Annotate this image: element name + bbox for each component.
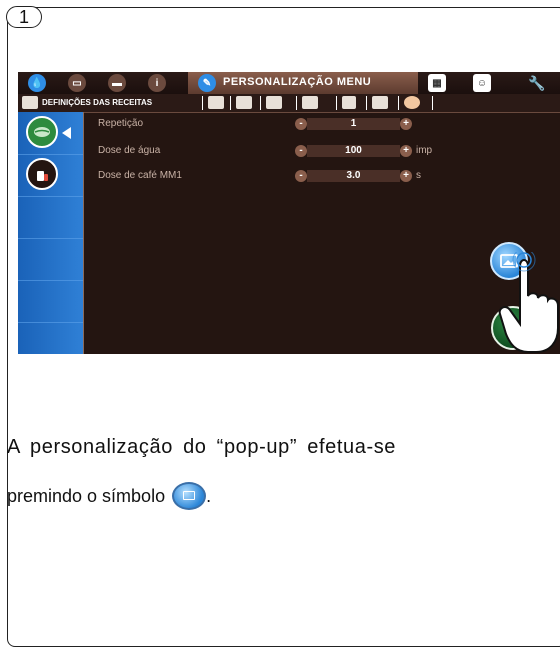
instruction-text-line2-text: premindo o símbolo bbox=[7, 486, 166, 506]
coffee-dose-value: 3.0 bbox=[307, 170, 400, 182]
milk-icon[interactable]: ▬ bbox=[108, 74, 126, 92]
step-number-badge: 1 bbox=[6, 6, 42, 28]
top-toolbar: 💧 ▭ ▬ i ✎ PERSONALIZAÇÃO MENU ▦ ☺ 🔧 bbox=[18, 72, 560, 94]
instruction-text-line1: A personalização do “pop-up” efetua-se bbox=[7, 436, 397, 458]
coffee-dose-unit: s bbox=[416, 170, 421, 181]
repeat-minus-button[interactable]: - bbox=[295, 118, 307, 130]
speaker-icon[interactable] bbox=[342, 96, 356, 109]
pointing-hand-icon bbox=[498, 252, 559, 353]
sidebar-divider bbox=[18, 238, 83, 239]
separator bbox=[230, 96, 231, 110]
cup-stack-icon[interactable] bbox=[372, 96, 388, 109]
separator bbox=[432, 96, 433, 110]
water-dose-value: 100 bbox=[307, 145, 400, 157]
coffee-bean-icon[interactable] bbox=[26, 116, 58, 148]
book-icon bbox=[22, 96, 38, 109]
water-drop-icon[interactable]: 💧 bbox=[28, 74, 46, 92]
instruction-text-line2: premindo o símbolo . bbox=[7, 482, 211, 510]
coffee-dose-plus-button[interactable]: + bbox=[400, 170, 412, 182]
milk-bottle-icon[interactable] bbox=[26, 158, 58, 190]
popup-picture-icon bbox=[172, 482, 207, 510]
sidebar-divider bbox=[18, 280, 83, 281]
left-sidebar bbox=[18, 112, 83, 354]
separator bbox=[398, 96, 399, 110]
coffee-dose-label: Dose de café MM1 bbox=[98, 170, 182, 181]
instruction-text-period: . bbox=[206, 486, 212, 506]
machine-screen: 💧 ▭ ▬ i ✎ PERSONALIZAÇÃO MENU ▦ ☺ 🔧 DEFI… bbox=[18, 72, 560, 354]
separator bbox=[202, 96, 203, 110]
recipe-settings-label: DEFINIÇÕES DAS RECEITAS bbox=[42, 98, 153, 107]
calendar-icon[interactable]: ▦ bbox=[428, 74, 446, 92]
separator bbox=[366, 96, 367, 110]
repeat-value: 1 bbox=[307, 118, 400, 130]
coffee-icon[interactable]: ▭ bbox=[68, 74, 86, 92]
content-divider bbox=[83, 112, 84, 354]
water-dose-plus-button[interactable]: + bbox=[400, 145, 412, 157]
popup-picture-icon[interactable] bbox=[266, 96, 282, 109]
water-dose-minus-button[interactable]: - bbox=[295, 145, 307, 157]
palette-icon[interactable] bbox=[404, 96, 420, 109]
separator bbox=[336, 96, 337, 110]
repeat-plus-button[interactable]: + bbox=[400, 118, 412, 130]
selected-pointer bbox=[62, 127, 71, 139]
water-dose-unit: imp bbox=[416, 145, 433, 156]
menu-title: PERSONALIZAÇÃO MENU bbox=[223, 76, 372, 88]
recipe-tabbar: DEFINIÇÕES DAS RECEITAS bbox=[18, 94, 560, 113]
recipe-book-icon[interactable] bbox=[236, 96, 252, 109]
info-icon[interactable]: i bbox=[148, 74, 166, 92]
pencil-icon: ✎ bbox=[198, 74, 216, 92]
sidebar-divider bbox=[18, 322, 83, 323]
person-icon[interactable]: ☺ bbox=[473, 74, 491, 92]
recipe-grid-icon[interactable] bbox=[208, 96, 224, 109]
sidebar-divider bbox=[18, 154, 83, 155]
coffee-dose-minus-button[interactable]: - bbox=[295, 170, 307, 182]
screen-icon[interactable] bbox=[302, 96, 318, 109]
wrench-icon[interactable]: 🔧 bbox=[528, 74, 546, 92]
repeat-label: Repetição bbox=[98, 118, 144, 129]
separator bbox=[260, 96, 261, 110]
water-dose-label: Dose de água bbox=[98, 145, 161, 156]
separator bbox=[296, 96, 297, 110]
sidebar-divider bbox=[18, 196, 83, 197]
